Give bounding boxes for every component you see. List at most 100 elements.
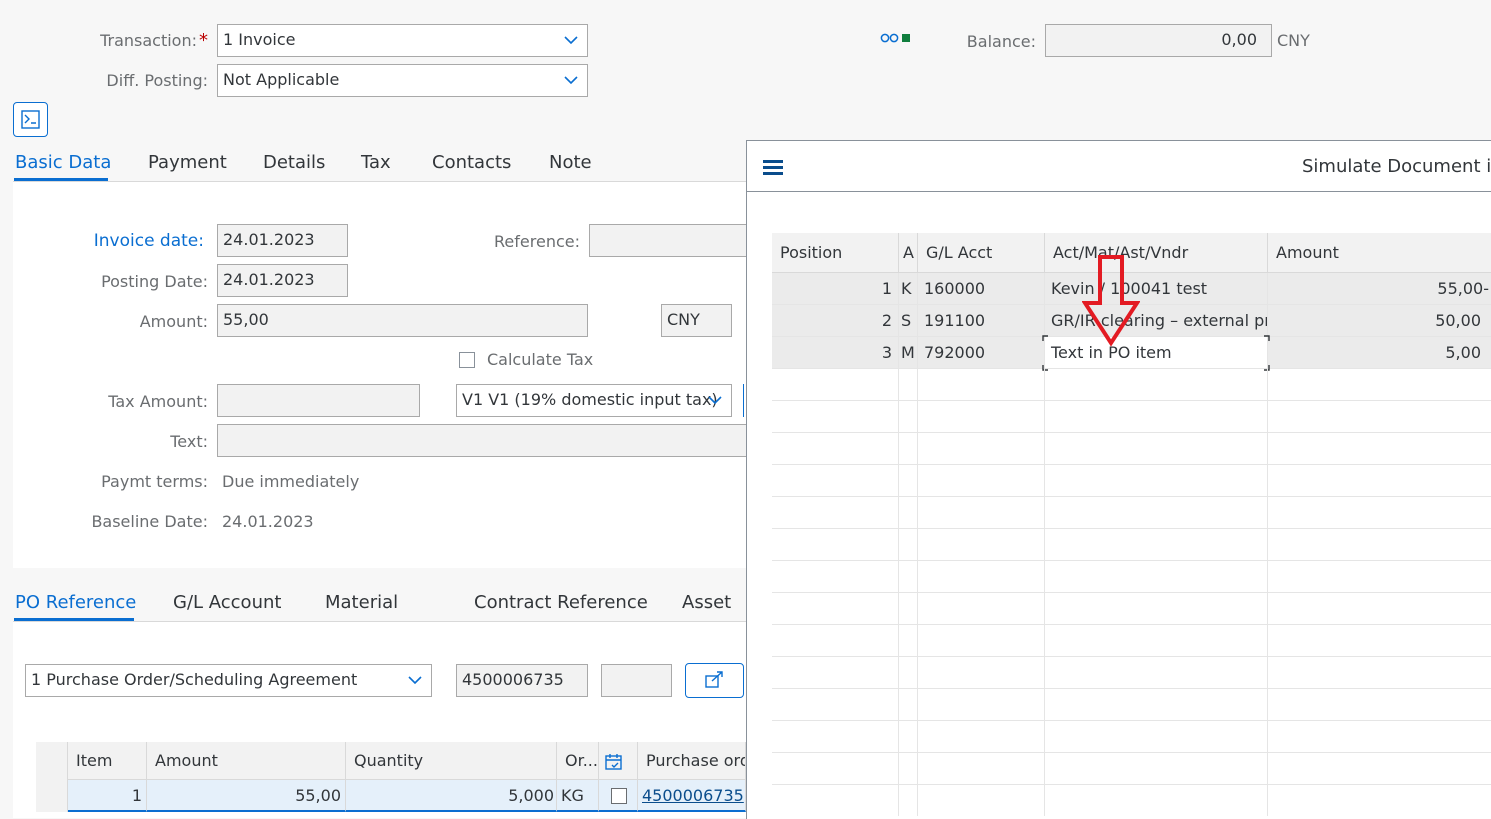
cell-focus-marker [1042, 335, 1270, 371]
invoice-date-field[interactable]: 24.01.2023 [217, 224, 348, 257]
currency-value: CNY [667, 310, 700, 329]
calculate-tax-label: Calculate Tax [487, 350, 594, 369]
cell-amount: 50,00 [1268, 305, 1491, 336]
row-checkbox[interactable] [611, 788, 627, 804]
amount-field[interactable]: 55,00 [217, 304, 588, 337]
expand-header-button[interactable] [13, 102, 48, 137]
tab-contract-reference[interactable]: Contract Reference [474, 592, 648, 613]
empty-row [772, 721, 1491, 753]
cell-quantity: 5,000 [346, 780, 557, 812]
chevron-down-icon [564, 36, 578, 45]
empty-row [772, 561, 1491, 593]
empty-row [772, 529, 1491, 561]
diff-posting-select[interactable]: Not Applicable [217, 64, 588, 97]
row-selector-column[interactable] [36, 742, 68, 812]
po-number-value: 4500006735 [462, 670, 564, 689]
col-header-act-mat[interactable]: Act/Mat/Ast/Vndr [1045, 233, 1268, 273]
po-number-field[interactable]: 4500006735 [456, 664, 588, 697]
tab-tax[interactable]: Tax [361, 152, 391, 173]
cell-position: 3 [772, 337, 899, 368]
reference-field[interactable] [589, 224, 746, 257]
col-header-amount-sim[interactable]: Amount [1268, 233, 1491, 273]
empty-row [772, 785, 1491, 817]
table-settings-icon [605, 753, 622, 770]
empty-row [772, 401, 1491, 433]
posting-date-value: 24.01.2023 [223, 270, 315, 289]
po-item-field[interactable] [601, 664, 672, 697]
col-header-item[interactable]: Item [68, 742, 147, 780]
col-header-a[interactable]: A [899, 233, 918, 273]
transaction-label: Transaction: [100, 31, 197, 50]
active-ref-tab-indicator [14, 618, 134, 621]
menu-icon[interactable] [763, 160, 785, 176]
po-doc-type-select[interactable]: 1 Purchase Order/Scheduling Agreement [25, 664, 432, 697]
empty-row [772, 593, 1491, 625]
expand-panel-icon [21, 110, 40, 129]
open-po-button[interactable] [685, 663, 744, 698]
tab-basic-data[interactable]: Basic Data [15, 152, 111, 173]
tab-po-reference[interactable]: PO Reference [15, 592, 136, 613]
tab-details[interactable]: Details [263, 152, 325, 173]
balance-field: 0,00 [1045, 24, 1272, 57]
external-link-icon [705, 671, 723, 688]
cell-unit: KG [557, 780, 599, 812]
cell-item: 1 [68, 780, 147, 812]
cell-checkbox[interactable] [599, 780, 638, 812]
transaction-select[interactable]: 1 Invoice [217, 24, 588, 57]
cell-amount: 5,00 [1268, 337, 1491, 368]
po-link[interactable]: 4500006735 [638, 780, 746, 812]
required-mark: * [199, 30, 208, 51]
cell-amount: 55,00- [1268, 273, 1491, 304]
invoice-date-label: Invoice date: [93, 231, 204, 251]
balance-currency: CNY [1277, 31, 1310, 50]
simulate-document-dialog: Simulate Document in Position A G/L Acct… [746, 140, 1491, 819]
tax-code-value: V1 V1 (19% domestic input tax) [462, 390, 718, 409]
empty-row [772, 657, 1491, 689]
tab-material[interactable]: Material [325, 592, 398, 613]
baseline-date-value: 24.01.2023 [222, 512, 314, 531]
tax-amount-field[interactable] [217, 384, 420, 417]
tab-asset[interactable]: Asset [682, 592, 731, 613]
empty-row [772, 753, 1491, 785]
col-header-gl-acct[interactable]: G/L Acct [918, 233, 1045, 273]
dialog-header: Simulate Document in [747, 141, 1491, 192]
cell-position: 1 [772, 273, 899, 304]
chevron-down-icon [408, 676, 422, 685]
empty-row [772, 465, 1491, 497]
tab-payment[interactable]: Payment [148, 152, 227, 173]
col-header-settings[interactable] [599, 742, 638, 780]
col-header-amount[interactable]: Amount [147, 742, 346, 780]
tab-contacts[interactable]: Contacts [432, 152, 511, 173]
empty-row [772, 625, 1491, 657]
dialog-title: Simulate Document in [1302, 156, 1491, 177]
down-arrow-annotation-icon [1082, 255, 1140, 347]
amount-value: 55,00 [223, 310, 269, 329]
balance-label: Balance: [966, 32, 1036, 51]
cell-gl: 191100 [918, 305, 1045, 336]
amount-label: Amount: [139, 312, 208, 331]
diff-posting-value: Not Applicable [223, 70, 340, 89]
paymt-terms-label: Paymt terms: [101, 472, 208, 491]
cell-gl: 160000 [918, 273, 1045, 304]
tab-gl-account[interactable]: G/L Account [173, 592, 281, 613]
status-indicator-icon [880, 30, 916, 44]
cell-a: S [899, 305, 918, 336]
empty-row [772, 497, 1491, 529]
col-header-order-unit[interactable]: Or... [557, 742, 599, 780]
text-field[interactable] [217, 424, 746, 457]
col-header-purchase-order[interactable]: Purchase orde [638, 742, 746, 780]
tab-note[interactable]: Note [549, 152, 592, 173]
calculate-tax-checkbox[interactable] [459, 352, 475, 368]
col-header-position[interactable]: Position [772, 233, 899, 273]
tax-code-select[interactable]: V1 V1 (19% domestic input tax) [456, 384, 732, 417]
posting-date-field[interactable]: 24.01.2023 [217, 264, 348, 297]
col-header-quantity[interactable]: Quantity [346, 742, 557, 780]
cell-amount: 55,00 [147, 780, 346, 812]
baseline-date-label: Baseline Date: [91, 512, 208, 531]
currency-field[interactable]: CNY [661, 304, 732, 337]
chevron-down-icon [564, 76, 578, 85]
tax-amount-label: Tax Amount: [108, 392, 208, 411]
posting-date-label: Posting Date: [101, 272, 208, 291]
paymt-terms-value: Due immediately [222, 472, 360, 491]
cell-position: 2 [772, 305, 899, 336]
